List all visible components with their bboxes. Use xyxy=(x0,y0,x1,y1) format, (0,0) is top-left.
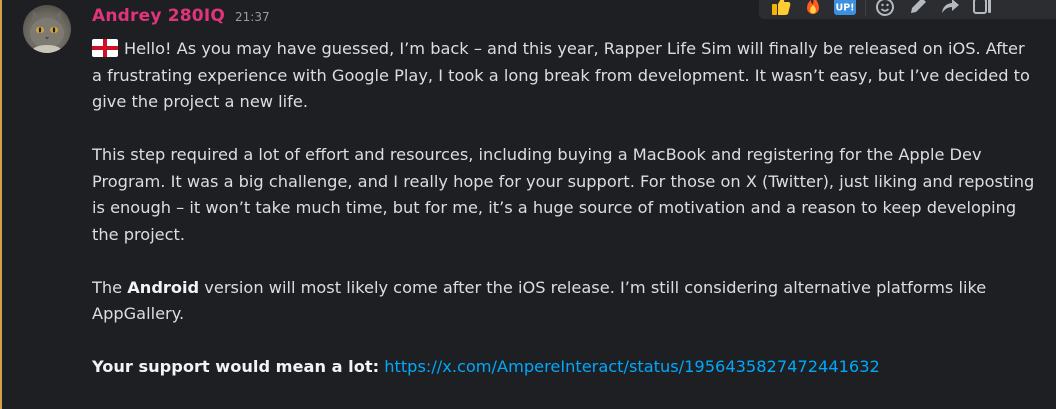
svg-text:UP!: UP! xyxy=(835,2,854,13)
paragraph-1: Hello! As you may have guessed, I’m back… xyxy=(92,36,1037,116)
edit-icon[interactable] xyxy=(902,0,934,20)
support-label: Your support would mean a lot: xyxy=(92,357,380,376)
paragraph-3-suffix: version will most likely come after the … xyxy=(92,277,987,324)
paragraph-1-text: Hello! As you may have guessed, I’m back… xyxy=(92,39,1030,111)
support-line: Your support would mean a lot: https://x… xyxy=(92,354,1037,381)
message-header: Andrey 280IQ 21:37 xyxy=(92,6,270,26)
message-toolbar: UP! xyxy=(758,0,1056,20)
avatar[interactable] xyxy=(23,5,71,53)
message-highlight-bar xyxy=(0,0,2,409)
timestamp[interactable]: 21:37 xyxy=(235,10,270,24)
paragraph-3-bold: Android xyxy=(127,277,200,297)
message-content: Hello! As you may have guessed, I’m back… xyxy=(92,36,1037,381)
forward-icon[interactable] xyxy=(934,0,966,20)
username[interactable]: Andrey 280IQ xyxy=(92,6,225,26)
paragraph-3-prefix: The xyxy=(92,277,128,297)
paragraph-2: This step required a lot of effort and r… xyxy=(92,145,1035,244)
toolbar-separator xyxy=(865,0,866,16)
up-icon[interactable]: UP! xyxy=(829,0,861,20)
thumbs-up-icon[interactable] xyxy=(765,0,797,20)
england-flag-icon xyxy=(92,39,118,57)
support-link[interactable]: https://x.com/AmpereInteract/status/1956… xyxy=(384,357,880,376)
add-reaction-icon[interactable] xyxy=(870,0,902,20)
thread-icon[interactable] xyxy=(966,0,998,20)
paragraph-3: The Android version will most likely com… xyxy=(92,275,1037,328)
fire-icon[interactable] xyxy=(797,0,829,20)
chat-message: Andrey 280IQ 21:37 Hello! As you may hav… xyxy=(0,0,1056,409)
